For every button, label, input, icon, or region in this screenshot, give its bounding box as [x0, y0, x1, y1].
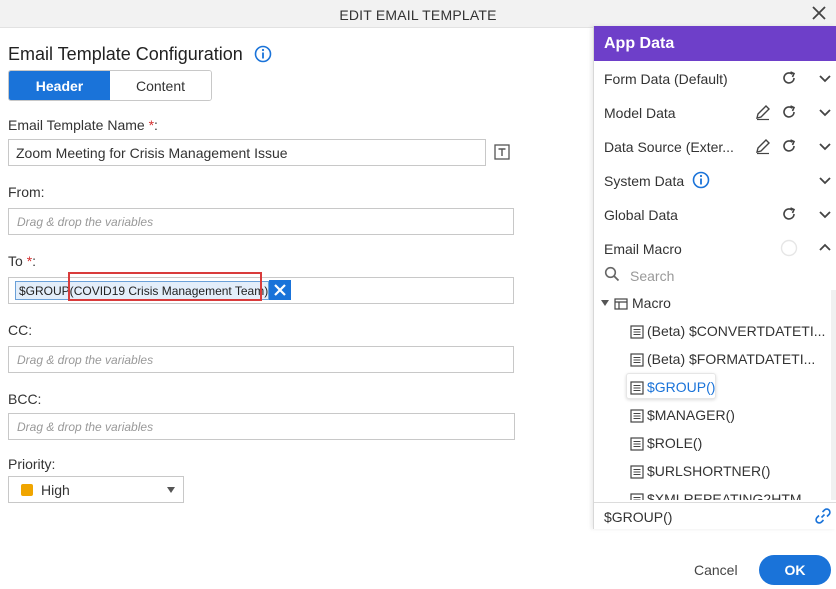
cancel-button[interactable]: Cancel: [694, 562, 738, 578]
tree-item-selected[interactable]: $GROUP(): [647, 379, 715, 395]
tree-item[interactable]: $XMLREPEATING2HTM...: [647, 491, 813, 500]
tree-item[interactable]: (Beta) $FORMATDATETI...: [647, 351, 815, 367]
refresh-icon[interactable]: [780, 137, 798, 155]
close-icon[interactable]: [810, 4, 828, 22]
chevron-down-icon[interactable]: [816, 103, 834, 121]
chip-prefix: $GROUP(: [19, 283, 74, 298]
priority-value: High: [41, 482, 70, 498]
tree-root-macro[interactable]: Macro: [632, 295, 671, 311]
macro-icon: [630, 325, 644, 339]
refresh-icon[interactable]: [780, 205, 798, 223]
priority-high-icon: [21, 484, 33, 496]
bcc-input[interactable]: Drag & drop the variables: [8, 413, 515, 440]
cc-input[interactable]: Drag & drop the variables: [8, 346, 514, 373]
window-titlebar: EDIT EMAIL TEMPLATE: [0, 0, 836, 28]
section-email-macro[interactable]: Email Macro: [594, 231, 836, 265]
panel-title: App Data: [594, 26, 836, 61]
app-data-panel: App Data Form Data (Default) Model Data …: [593, 26, 836, 529]
section-data-source[interactable]: Data Source (Exter...: [594, 129, 836, 163]
tab-bar: Header Content: [8, 70, 212, 101]
tree-item[interactable]: $ROLE(): [647, 435, 702, 451]
chevron-down-icon[interactable]: [816, 171, 834, 189]
folder-table-icon: [614, 298, 628, 310]
macro-search-input[interactable]: Search: [594, 262, 836, 288]
macro-icon: [630, 493, 644, 500]
priority-select[interactable]: High: [8, 476, 184, 503]
text-format-icon[interactable]: [494, 144, 510, 160]
section-system-data[interactable]: System Data: [594, 163, 836, 197]
tree-item[interactable]: (Beta) $CONVERTDATETI...: [647, 323, 825, 339]
template-name-label: Email Template Name *:: [8, 117, 158, 133]
tree-item[interactable]: $URLSHORTNER(): [647, 463, 770, 479]
chevron-down-icon[interactable]: [816, 69, 834, 87]
chevron-down-icon[interactable]: [816, 137, 834, 155]
from-placeholder: Drag & drop the variables: [17, 215, 154, 229]
from-input[interactable]: Drag & drop the variables: [8, 208, 514, 235]
priority-label: Priority:: [8, 456, 56, 472]
chevron-down-icon[interactable]: [816, 205, 834, 223]
refresh-icon[interactable]: [780, 69, 798, 87]
highlight-box: [68, 272, 262, 301]
selected-macro-value: $GROUP(): [604, 509, 673, 525]
window-title: EDIT EMAIL TEMPLATE: [339, 7, 497, 23]
macro-icon: [630, 437, 644, 451]
info-icon: [780, 239, 798, 257]
ok-button[interactable]: OK: [759, 555, 831, 585]
bcc-label: BCC:: [8, 391, 42, 407]
bcc-placeholder: Drag & drop the variables: [17, 420, 154, 434]
triangle-down-icon[interactable]: [600, 298, 610, 308]
template-name-input[interactable]: Zoom Meeting for Crisis Management Issue: [8, 139, 486, 166]
edit-icon[interactable]: [754, 103, 772, 121]
cc-label: CC:: [8, 322, 33, 338]
macro-icon: [630, 381, 644, 395]
to-label: To *:: [8, 253, 37, 269]
macro-icon: [630, 409, 644, 423]
caret-down-icon: [167, 487, 175, 493]
search-icon: [604, 266, 620, 282]
macro-tree: Macro (Beta) $CONVERTDATETI... (Beta) $F…: [594, 290, 836, 500]
tree-scrollbar[interactable]: [831, 290, 836, 500]
edit-icon[interactable]: [754, 137, 772, 155]
tab-header[interactable]: Header: [9, 71, 110, 100]
chevron-up-icon[interactable]: [816, 239, 834, 257]
macro-icon: [630, 465, 644, 479]
link-icon[interactable]: [814, 507, 832, 525]
tree-item[interactable]: $MANAGER(): [647, 407, 735, 423]
section-form-data[interactable]: Form Data (Default): [594, 61, 836, 95]
from-label: From:: [8, 184, 45, 200]
refresh-icon[interactable]: [780, 103, 798, 121]
macro-icon: [630, 353, 644, 367]
remove-chip-button[interactable]: [269, 280, 291, 300]
close-icon: [274, 284, 286, 296]
section-global-data[interactable]: Global Data: [594, 197, 836, 231]
cc-placeholder: Drag & drop the variables: [17, 353, 154, 367]
panel-footer: $GROUP(): [594, 502, 836, 529]
section-model-data[interactable]: Model Data: [594, 95, 836, 129]
tab-content[interactable]: Content: [110, 71, 211, 100]
page-title: Email Template Configuration: [8, 44, 243, 64]
info-icon[interactable]: [692, 171, 710, 189]
info-icon[interactable]: [254, 45, 272, 63]
